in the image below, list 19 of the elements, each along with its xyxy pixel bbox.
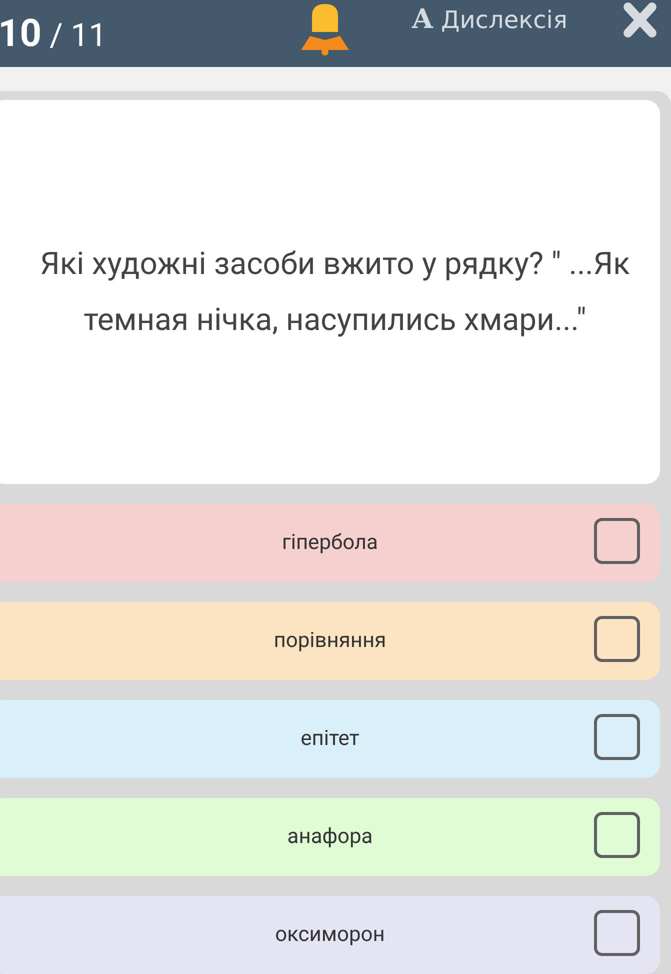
answer-option[interactable]: гіпербола: [0, 504, 660, 582]
answer-label: гіпербола: [282, 531, 378, 555]
dyslexia-button[interactable]: A Дислексія: [412, 4, 568, 35]
answer-label: порівняння: [274, 629, 386, 653]
answer-option[interactable]: оксиморон: [0, 896, 660, 974]
question-number: 10: [0, 12, 42, 56]
checkbox[interactable]: [594, 910, 640, 956]
answer-option[interactable]: епітет: [0, 700, 660, 778]
answer-label: анафора: [287, 825, 373, 849]
question-total: / 11: [50, 16, 107, 54]
checkbox[interactable]: [594, 616, 640, 662]
answer-label: оксиморон: [275, 923, 385, 947]
checkbox[interactable]: [594, 518, 640, 564]
answer-option[interactable]: анафора: [0, 798, 660, 876]
checkbox[interactable]: [594, 714, 640, 760]
question-text: Які художні засоби вжито у рядку? " ...Як темная нічка, насупились хмари...": [40, 244, 630, 340]
answer-label: епітет: [300, 727, 360, 751]
checkbox[interactable]: [594, 812, 640, 858]
answer-option[interactable]: порівняння: [0, 602, 660, 680]
